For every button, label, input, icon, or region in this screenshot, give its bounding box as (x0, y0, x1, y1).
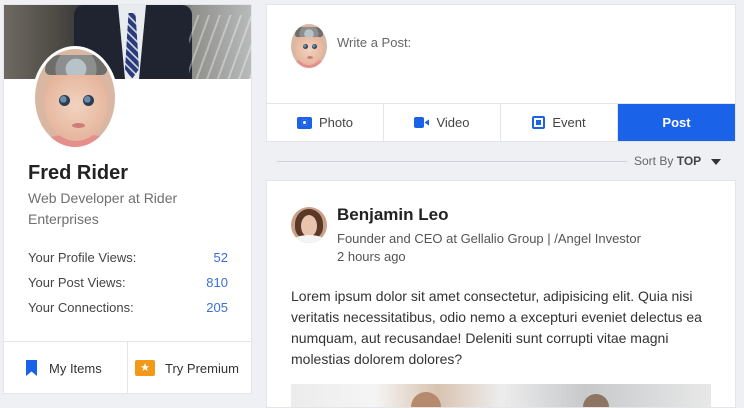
profile-name[interactable]: Fred Rider (28, 162, 128, 185)
composer-avatar (291, 24, 327, 68)
profile-footer: My Items ★ Try Premium (4, 341, 251, 393)
event-button[interactable]: Event (501, 104, 618, 141)
sort-by-value: TOP (676, 154, 702, 168)
post-timestamp: 2 hours ago (337, 249, 406, 264)
stat-label: Your Profile Views: (28, 250, 137, 265)
camera-icon (297, 116, 312, 129)
event-label: Event (552, 115, 586, 130)
profile-card: Fred Rider Web Developer at Rider Enterp… (3, 4, 252, 394)
sort-by-label: Sort By (634, 154, 674, 168)
author-name[interactable]: Benjamin Leo (337, 205, 448, 225)
calendar-icon (532, 116, 546, 129)
stat-label: Your Post Views: (28, 275, 126, 290)
author-avatar[interactable] (291, 207, 327, 243)
profile-avatar[interactable] (32, 46, 118, 150)
photo-button[interactable]: Photo (267, 104, 384, 141)
post-composer: Write a Post: Photo Video Event Post (266, 4, 736, 142)
stat-label: Your Connections: (28, 300, 134, 315)
sort-by-dropdown[interactable]: Sort By TOP (634, 154, 721, 168)
write-post-input[interactable]: Write a Post: (337, 35, 411, 50)
post-image[interactable] (291, 384, 711, 407)
post-body: Lorem ipsum dolor sit amet consectetur, … (291, 288, 702, 367)
composer-actions: Photo Video Event Post (267, 103, 735, 141)
profile-title: Web Developer at Rider Enterprises (28, 190, 178, 227)
feed-post: Benjamin Leo Founder and CEO at Gellalio… (266, 180, 736, 408)
video-button[interactable]: Video (384, 104, 501, 141)
stat-profile-views[interactable]: Your Profile Views: 52 (28, 249, 228, 274)
profile-stats: Your Profile Views: 52 Your Post Views: … (28, 249, 228, 324)
sort-divider (277, 161, 627, 162)
bookmark-icon (26, 360, 37, 376)
star-icon: ★ (135, 360, 155, 376)
try-premium-button[interactable]: ★ Try Premium (128, 342, 239, 393)
stat-value[interactable]: 205 (206, 299, 228, 324)
caret-down-icon (710, 158, 721, 165)
stat-post-views[interactable]: Your Post Views: 810 (28, 274, 228, 299)
video-camera-icon (414, 117, 429, 128)
photo-label: Photo (319, 115, 353, 130)
try-premium-label: Try Premium (165, 360, 239, 376)
video-label: Video (436, 115, 470, 130)
post-button[interactable]: Post (618, 104, 735, 141)
stat-connections[interactable]: Your Connections: 205 (28, 299, 228, 324)
stat-value[interactable]: 52 (214, 249, 228, 274)
my-items-button[interactable]: My Items (4, 342, 128, 393)
my-items-label: My Items (49, 360, 102, 376)
author-role: Founder and CEO at Gellalio Group | /Ang… (337, 231, 641, 246)
stat-value[interactable]: 810 (206, 274, 228, 299)
